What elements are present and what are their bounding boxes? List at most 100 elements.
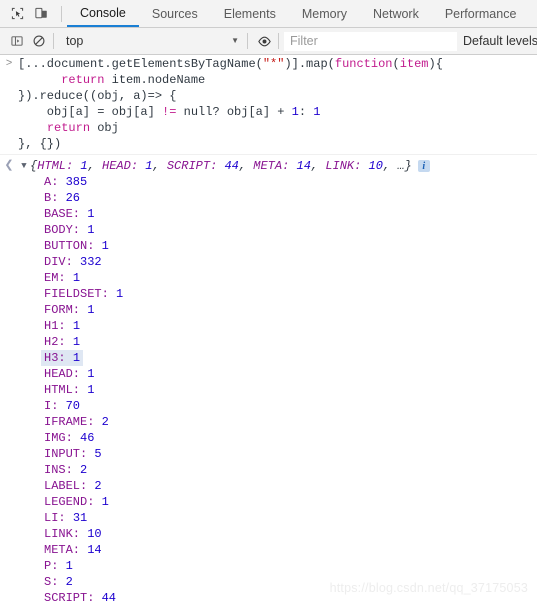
object-property-key: SCRIPT: [44, 591, 102, 605]
log-levels-dropdown[interactable]: Default levels ▼ [463, 34, 537, 48]
object-property-row[interactable]: HEAD: 1 [41, 366, 97, 382]
object-property-row[interactable]: I: 70 [41, 398, 83, 414]
object-property-value: 2 [80, 463, 88, 477]
code-token: item [399, 57, 429, 71]
object-property-row[interactable]: SPAN: 11 [41, 606, 105, 608]
object-property-row[interactable]: INPUT: 5 [41, 446, 105, 462]
object-property-row[interactable]: EM: 1 [41, 270, 83, 286]
object-property-row[interactable]: INS: 2 [41, 462, 90, 478]
object-property-value: 10 [87, 527, 102, 541]
object-property-row[interactable]: LI: 31 [41, 510, 90, 526]
object-property-row[interactable]: FORM: 1 [41, 302, 97, 318]
code-token: ){ [428, 57, 443, 71]
object-property-key: BODY: [44, 223, 88, 237]
object-property-value: 14 [87, 543, 102, 557]
console-input-code: [...document.getElementsByTagName("*")].… [18, 56, 443, 152]
code-token: obj [90, 121, 119, 135]
object-property-row[interactable]: H2: 1 [41, 334, 83, 350]
object-property-key: HTML: [44, 383, 88, 397]
object-property-row[interactable]: P: 1 [41, 558, 76, 574]
object-preview: {HTML: 1, HEAD: 1, SCRIPT: 44, META: 14,… [30, 158, 412, 174]
inspect-element-icon[interactable] [6, 3, 28, 25]
object-property-value: 44 [101, 591, 117, 605]
object-property-row[interactable]: IFRAME: 2 [41, 414, 112, 430]
object-properties-list: A: 385 B: 26 BASE: 1 BODY: 1 BUTTON: 1 DIV: 3… [0, 174, 126, 608]
object-property-key: H2: [44, 335, 73, 349]
object-property-row[interactable]: HTML: 1 [41, 382, 97, 398]
object-property-value: 11 [87, 607, 101, 608]
tab-application[interactable]: Appli [529, 0, 537, 27]
object-property-row[interactable]: LEGEND: 1 [41, 494, 112, 510]
object-property-row[interactable]: META: 14 [41, 542, 105, 558]
object-property-key: BUTTON: [44, 239, 102, 253]
object-property-value: 1 [72, 271, 81, 285]
object-property-row[interactable]: IMG: 46 [41, 430, 97, 446]
object-property-row[interactable]: DIV: 332 [41, 254, 105, 270]
object-property-row[interactable]: B: 26 [41, 190, 83, 206]
object-property-value: 2 [94, 479, 102, 493]
object-preview-token: , [152, 159, 167, 173]
disclosure-triangle-icon[interactable]: ▼ [18, 158, 30, 174]
console-result-header[interactable]: ❮ ▼ {HTML: 1, HEAD: 1, SCRIPT: 44, META:… [0, 156, 430, 174]
object-property-row[interactable]: H1: 1 [41, 318, 83, 334]
object-property-row[interactable]: FIELDSET: 1 [41, 286, 126, 302]
execution-context-select[interactable]: top ▼ [59, 31, 244, 51]
object-property-value: 2 [101, 415, 109, 429]
console-message-list[interactable]: > [...document.getElementsByTagName("*")… [0, 55, 537, 608]
tab-network[interactable]: Network [360, 0, 432, 27]
live-expression-eye-icon[interactable] [253, 30, 275, 52]
devtools-tabs: Console Sources Elements Memory Network … [67, 0, 537, 27]
tab-performance[interactable]: Performance [432, 0, 530, 27]
object-preview-token: , …} [382, 159, 412, 173]
clear-console-icon[interactable] [28, 30, 50, 52]
object-property-key: LEGEND: [44, 495, 102, 509]
object-property-value: 1 [87, 367, 95, 381]
object-property-key: SPAN: [44, 607, 87, 608]
tab-elements-label: Elements [223, 6, 276, 21]
filterbar-divider-1 [53, 33, 54, 49]
object-property-value: 385 [65, 175, 88, 189]
object-property-key: INPUT: [44, 447, 95, 461]
object-property-row[interactable]: BODY: 1 [41, 222, 97, 238]
object-property-row[interactable]: BASE: 1 [41, 206, 97, 222]
console-filter-input[interactable] [284, 31, 457, 51]
object-property-row[interactable]: LINK: 10 [41, 526, 105, 542]
object-preview-token: , [238, 159, 254, 173]
console-result-arrow-icon: ❮ [4, 160, 14, 172]
tab-console[interactable]: Console [67, 0, 139, 27]
chevron-down-icon: ▼ [231, 36, 239, 45]
object-property-value: 332 [80, 255, 102, 269]
object-property-row[interactable]: BUTTON: 1 [41, 238, 112, 254]
object-property-key: LI: [44, 511, 73, 525]
code-token: }, {}) [18, 137, 62, 151]
info-icon[interactable]: i [417, 160, 430, 172]
object-property-value: 1 [87, 383, 95, 397]
console-output-message[interactable]: ❮ ▼ {HTML: 1, HEAD: 1, SCRIPT: 44, META:… [0, 155, 537, 608]
device-toolbar-icon[interactable] [30, 3, 52, 25]
object-property-value: 70 [65, 399, 81, 413]
code-token: ( [392, 57, 400, 71]
console-filterbar: top ▼ Default levels ▼ [0, 28, 537, 55]
tab-elements[interactable]: Elements [211, 0, 289, 27]
code-token: : [298, 105, 314, 119]
console-input-message[interactable]: > [...document.getElementsByTagName("*")… [0, 55, 537, 155]
tab-memory[interactable]: Memory [289, 0, 360, 27]
object-property-key: I: [44, 399, 66, 413]
object-property-row[interactable]: H3: 1 [41, 350, 84, 366]
console-sidebar-icon[interactable] [6, 30, 28, 52]
object-property-value: 1 [87, 207, 95, 221]
code-token: 1 [291, 105, 299, 119]
filterbar-divider-2 [247, 33, 248, 49]
code-token: != [162, 105, 177, 119]
object-property-value: 1 [87, 303, 95, 317]
object-property-row[interactable]: S: 2 [41, 574, 76, 590]
object-property-key: FORM: [44, 303, 88, 317]
code-token: obj[a] = obj[a] [18, 105, 163, 119]
object-property-row[interactable]: SCRIPT: 44 [41, 590, 119, 606]
object-property-row[interactable]: A: 385 [41, 174, 90, 190]
object-property-row[interactable]: LABEL: 2 [41, 478, 105, 494]
tab-sources[interactable]: Sources [139, 0, 211, 27]
object-property-value: 26 [65, 191, 81, 205]
object-property-key: S: [44, 575, 66, 589]
